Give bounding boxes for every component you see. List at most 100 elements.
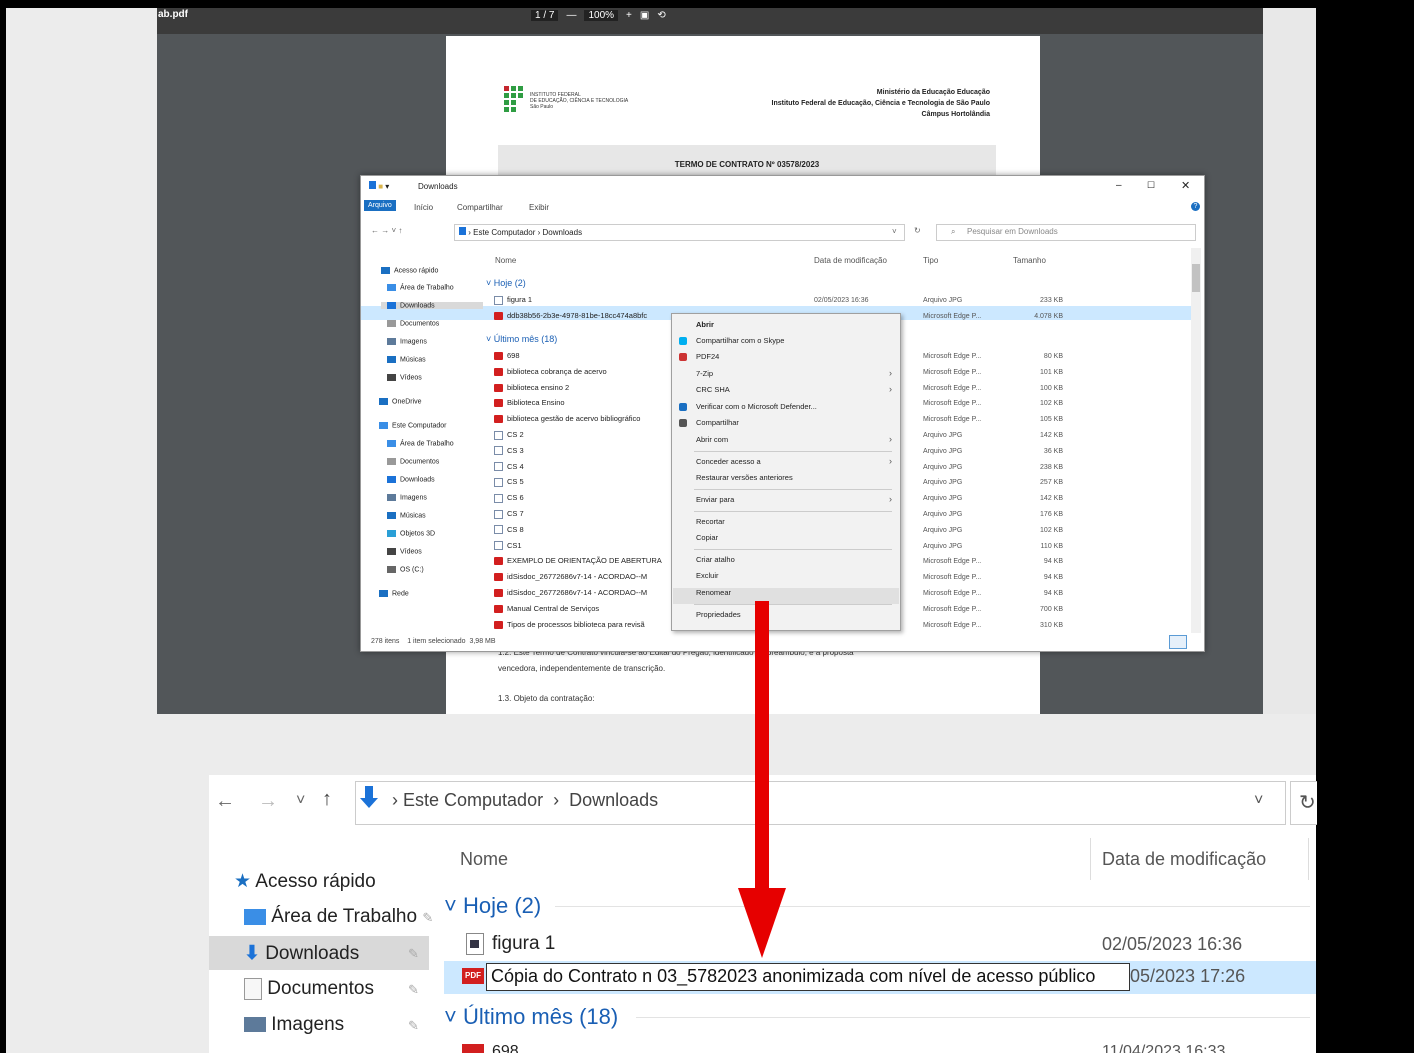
list-item[interactable]: Tipos de processos biblioteca para revis… — [494, 620, 672, 634]
up-arrow-icon[interactable]: ↑ — [322, 788, 332, 811]
context-menu-item[interactable]: Conceder acesso a — [696, 457, 761, 466]
context-menu-item[interactable]: Compartilhar — [696, 418, 739, 427]
sidebar-item[interactable]: Documentos — [387, 458, 439, 465]
list-item[interactable]: biblioteca gestão de acervo bibliográfic… — [494, 414, 672, 428]
list-item[interactable]: CS 5 — [494, 477, 672, 491]
list-item[interactable]: idSisdoc_26772686v7-14 - ACORDAO--M — [494, 588, 672, 602]
rename-input-value[interactable]: Cópia do Contrato n 03_5782023 anonimiza… — [491, 966, 1095, 987]
address-dropdown-icon[interactable]: ˅ — [892, 227, 897, 236]
close-button[interactable]: ✕ — [1181, 179, 1190, 192]
sidebar-item[interactable]: Imagens — [387, 494, 427, 501]
sidebar-item[interactable]: Imagens — [387, 338, 427, 345]
back-arrow-icon[interactable]: ← — [215, 790, 235, 813]
group-header-month-large[interactable]: ˅ Último mês (18) — [444, 1004, 618, 1030]
breadcrumb[interactable]: › Este Computador › Downloads — [459, 227, 582, 237]
group-header-today[interactable]: ˅ Hoje (2) — [486, 278, 526, 288]
breadcrumb-large[interactable]: › Este Computador › Downloads — [392, 790, 658, 811]
list-item[interactable]: figura 1 — [494, 295, 1064, 309]
address-dropdown-icon[interactable]: ˅ — [1254, 792, 1263, 810]
forward-arrow-icon[interactable]: → — [258, 790, 278, 813]
scrollbar[interactable] — [1191, 248, 1201, 633]
group-header-today-large[interactable]: ˅ Hoje (2) — [444, 893, 541, 919]
column-header-name[interactable]: Nome — [495, 256, 516, 265]
list-item[interactable]: CS 3 — [494, 446, 672, 460]
sidebar-item[interactable]: Documentos — [387, 320, 439, 327]
sidebar-item[interactable]: OS (C:) — [387, 566, 424, 573]
sidebar-item[interactable]: Área de Trabalho — [387, 284, 454, 291]
sidebar-item[interactable]: Este Computador — [379, 422, 446, 429]
list-item[interactable]: CS1 — [494, 541, 672, 555]
file-name-partial[interactable]: 698 — [492, 1043, 519, 1053]
list-item[interactable]: biblioteca cobrança de acervo — [494, 367, 672, 381]
context-menu-item[interactable]: Restaurar versões anteriores — [696, 473, 793, 482]
context-menu-item[interactable]: Copiar — [696, 533, 718, 542]
context-menu-item[interactable]: Excluir — [696, 571, 719, 580]
column-header-size[interactable]: Tamanho — [1013, 256, 1046, 265]
recent-dropdown-icon[interactable]: ˅ — [296, 792, 305, 810]
zoom-in-button[interactable]: + — [626, 10, 632, 21]
page-indicator[interactable]: 1 / 7 — [531, 9, 559, 21]
zoom-level[interactable]: 100% — [584, 9, 619, 21]
sidebar-item-downloads[interactable]: ⬇ Downloads — [244, 942, 359, 965]
sidebar-item-desktop[interactable]: Área de Trabalho ✎ — [244, 906, 433, 928]
scrollbar-thumb[interactable] — [1192, 264, 1200, 292]
list-item[interactable]: CS 4 — [494, 462, 672, 476]
column-header-date[interactable]: Data de modificação — [814, 256, 887, 265]
sidebar-item[interactable]: Rede — [379, 590, 409, 597]
fit-page-icon[interactable]: ▣ — [640, 10, 649, 21]
column-header-name-large[interactable]: Nome — [460, 849, 508, 870]
sidebar-item[interactable]: Vídeos — [387, 374, 422, 381]
list-item[interactable]: Manual Central de Serviços — [494, 604, 672, 618]
ribbon-tab-compartilhar[interactable]: Compartilhar — [457, 203, 503, 212]
list-item[interactable]: CS 7 — [494, 509, 672, 523]
sidebar-item-documents[interactable]: Documentos — [244, 978, 374, 1000]
list-item[interactable]: 698 — [494, 351, 672, 365]
context-menu-item[interactable]: PDF24 — [696, 352, 719, 361]
list-item[interactable]: Biblioteca Ensino — [494, 398, 672, 412]
context-menu-item[interactable]: Abrir — [696, 320, 714, 329]
list-item[interactable]: idSisdoc_26772686v7-14 - ACORDAO--M — [494, 572, 672, 586]
context-menu-item[interactable]: Renomear — [696, 588, 731, 597]
refresh-icon[interactable]: ↻ — [914, 226, 921, 235]
details-view-icon[interactable] — [1169, 635, 1187, 649]
context-menu-item[interactable]: CRC SHA — [696, 385, 730, 394]
column-header-type[interactable]: Tipo — [923, 256, 938, 265]
sidebar-item-quick-access[interactable]: ★ Acesso rápido — [234, 870, 376, 893]
list-item[interactable]: biblioteca ensino 2 — [494, 383, 672, 397]
sidebar-item[interactable]: Acesso rápido — [381, 267, 438, 274]
sidebar-item[interactable]: Músicas — [387, 512, 426, 519]
file-name-figura[interactable]: figura 1 — [492, 933, 555, 955]
context-menu-item[interactable]: Verificar com o Microsoft Defender... — [696, 402, 817, 411]
help-icon[interactable]: ? — [1191, 202, 1200, 211]
nav-arrows[interactable]: ← → ˅ ↑ — [371, 226, 402, 235]
context-menu-item[interactable]: Abrir com — [696, 435, 728, 444]
rotate-icon[interactable]: ⟲ — [657, 10, 665, 21]
minimize-button[interactable]: – — [1116, 180, 1122, 191]
context-menu-item[interactable]: 7-Zip — [696, 369, 713, 378]
list-item[interactable]: CS 2 — [494, 430, 672, 444]
zoom-out-button[interactable]: — — [566, 10, 576, 21]
sidebar-item[interactable]: Músicas — [387, 356, 426, 363]
context-menu-item[interactable]: Enviar para — [696, 495, 734, 504]
list-item[interactable]: CS 6 — [494, 493, 672, 507]
sidebar-item[interactable]: Área de Trabalho — [387, 440, 454, 447]
list-item[interactable]: EXEMPLO DE ORIENTAÇÃO DE ABERTURA — [494, 556, 672, 570]
column-header-date-large[interactable]: Data de modificação — [1102, 849, 1266, 870]
sidebar-item[interactable]: Vídeos — [387, 548, 422, 555]
context-menu-item[interactable]: Recortar — [696, 517, 725, 526]
context-menu-item[interactable]: Propriedades — [696, 610, 741, 619]
ribbon-tab-arquivo[interactable]: Arquivo — [364, 200, 396, 211]
context-menu-item[interactable]: Compartilhar com o Skype — [696, 336, 784, 345]
group-header-month[interactable]: ˅ Último mês (18) — [486, 334, 557, 344]
refresh-icon[interactable]: ↻ — [1299, 790, 1316, 815]
sidebar-item[interactable]: Downloads — [387, 476, 435, 483]
sidebar-item[interactable]: Objetos 3D — [387, 530, 435, 537]
ribbon-tab-exibir[interactable]: Exibir — [529, 203, 549, 212]
ribbon-tab-inicio[interactable]: Início — [414, 203, 433, 212]
maximize-button[interactable]: ☐ — [1147, 180, 1155, 191]
list-item[interactable]: CS 8 — [494, 525, 672, 539]
sidebar-item[interactable]: Downloads — [381, 302, 483, 310]
context-menu-item[interactable]: Criar atalho — [696, 555, 735, 564]
sidebar-item-images[interactable]: Imagens — [244, 1014, 344, 1036]
sidebar-item[interactable]: OneDrive — [379, 398, 422, 405]
